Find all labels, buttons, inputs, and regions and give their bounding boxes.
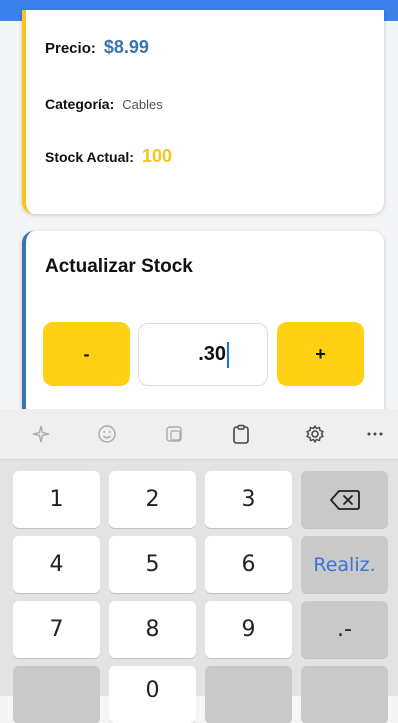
key-2[interactable]: 2 <box>109 471 196 528</box>
empty-key-left <box>13 666 100 723</box>
key-8[interactable]: 8 <box>109 601 196 658</box>
sticker-icon[interactable] <box>161 421 187 447</box>
increment-button[interactable]: + <box>277 322 364 386</box>
key-7[interactable]: 7 <box>13 601 100 658</box>
update-stock-card: Actualizar Stock - .30 + <box>22 231 384 431</box>
category-value: Cables <box>122 97 163 112</box>
key-1[interactable]: 1 <box>13 471 100 528</box>
update-stock-title: Actualizar Stock <box>45 256 193 277</box>
more-icon[interactable] <box>362 421 388 447</box>
clipboard-icon[interactable] <box>228 421 254 447</box>
key-5[interactable]: 5 <box>109 536 196 593</box>
backspace-key[interactable] <box>301 471 388 528</box>
price-value: $8.99 <box>103 37 149 57</box>
backspace-icon <box>329 489 360 510</box>
decrement-button[interactable]: - <box>43 322 130 386</box>
emoji-icon[interactable] <box>94 421 120 447</box>
price-row: Precio: $8.99 <box>45 37 149 58</box>
symbols-key[interactable]: .- <box>301 601 388 658</box>
numeric-keyboard: 1 2 3 4 5 6 Realiz. 7 8 9 .- 0 <box>0 409 398 723</box>
key-4[interactable]: 4 <box>13 536 100 593</box>
key-3[interactable]: 3 <box>205 471 292 528</box>
category-label: Categoría: <box>45 96 115 112</box>
keyboard-toolbar <box>0 409 398 460</box>
stock-quantity-value: .30 <box>198 343 226 365</box>
stock-row: Stock Actual: 100 <box>45 146 172 167</box>
sparkle-icon[interactable] <box>28 421 54 447</box>
text-caret <box>227 341 229 368</box>
key-6[interactable]: 6 <box>205 536 292 593</box>
done-key[interactable]: Realiz. <box>301 536 388 593</box>
stock-value: 100 <box>141 146 172 166</box>
stock-quantity-input[interactable]: .30 <box>138 323 268 386</box>
product-info-card: Precio: $8.99 Categoría: Cables Stock Ac… <box>22 10 384 214</box>
empty-key-mid <box>205 666 292 723</box>
price-label: Precio: <box>45 40 96 57</box>
key-9[interactable]: 9 <box>205 601 292 658</box>
empty-key-right <box>301 666 388 723</box>
stock-label: Stock Actual: <box>45 149 134 165</box>
key-0[interactable]: 0 <box>109 666 196 723</box>
gear-icon[interactable] <box>302 421 328 447</box>
category-row: Categoría: Cables <box>45 96 163 112</box>
